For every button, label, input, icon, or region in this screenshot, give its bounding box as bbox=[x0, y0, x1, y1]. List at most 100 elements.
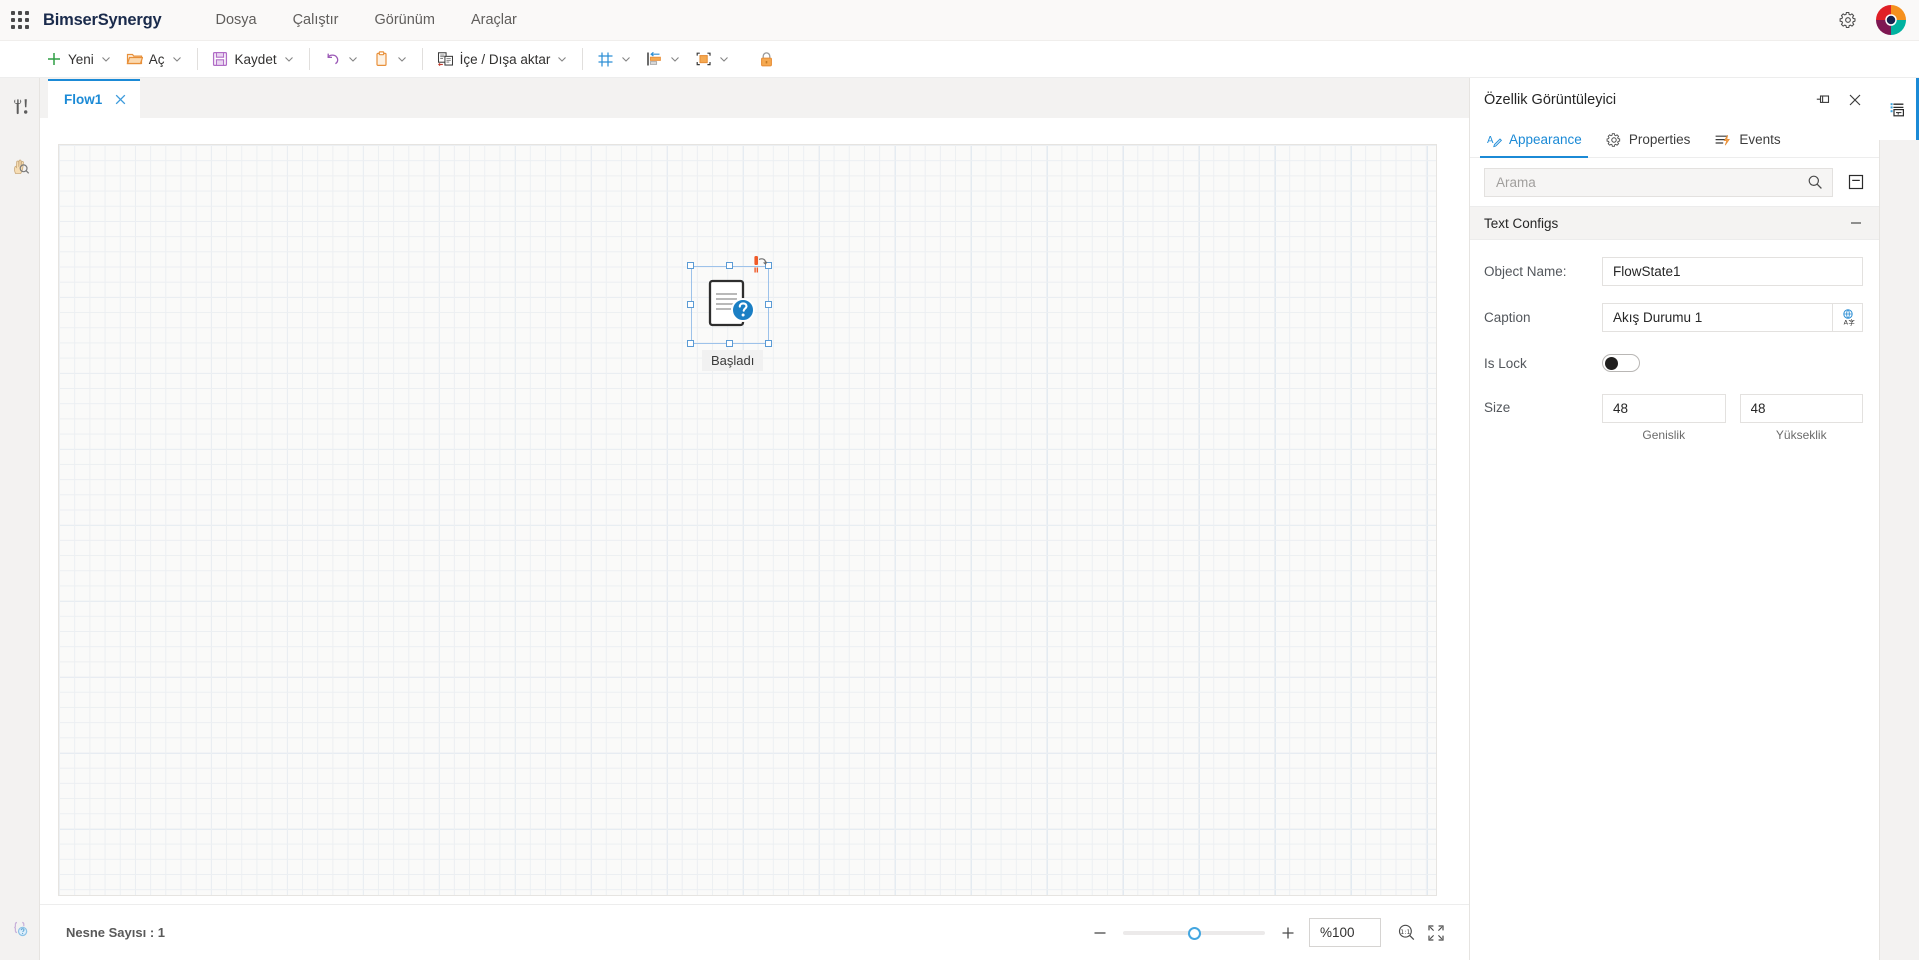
menu-item-calistir[interactable]: Çalıştır bbox=[275, 0, 357, 41]
menu-item-gorunum[interactable]: Görünüm bbox=[357, 0, 453, 41]
save-button-label: Kaydet bbox=[235, 52, 277, 67]
app-brand-title: BimserSynergy bbox=[43, 11, 161, 30]
menu-item-dosya[interactable]: Dosya bbox=[197, 0, 274, 41]
plus-icon bbox=[45, 51, 62, 68]
status-bar: Nesne Sayısı : 1 %100 1:1 bbox=[40, 904, 1469, 960]
import-export-label: İçe / Dışa aktar bbox=[460, 52, 551, 67]
zoom-out-button[interactable] bbox=[1085, 918, 1115, 948]
toolbar-group-file: Yeni Aç bbox=[38, 41, 190, 78]
size-width-input[interactable] bbox=[1602, 394, 1726, 423]
size-height-caption: Yükseklik bbox=[1740, 428, 1864, 442]
chevron-down-icon[interactable] bbox=[620, 53, 632, 65]
chevron-down-icon[interactable] bbox=[556, 53, 568, 65]
pin-icon[interactable] bbox=[1815, 92, 1831, 108]
resize-handle-e[interactable] bbox=[765, 301, 772, 308]
open-button-label: Aç bbox=[149, 52, 165, 67]
zoom-1to1-icon[interactable]: 1:1 bbox=[1391, 918, 1421, 948]
resize-handle-se[interactable] bbox=[765, 340, 772, 347]
close-icon[interactable] bbox=[1847, 92, 1863, 108]
search-box[interactable] bbox=[1484, 168, 1833, 197]
tab-events[interactable]: Events bbox=[1704, 122, 1790, 158]
chevron-down-icon[interactable] bbox=[396, 53, 408, 65]
resize-handle-n[interactable] bbox=[726, 262, 733, 269]
import-export-button[interactable]: İçe / Dışa aktar bbox=[430, 45, 576, 74]
toolbar-separator bbox=[422, 48, 423, 70]
gear-icon bbox=[1606, 132, 1622, 148]
align-icon bbox=[646, 51, 663, 68]
collapse-all-icon[interactable] bbox=[1843, 169, 1869, 195]
chevron-down-icon[interactable] bbox=[669, 53, 681, 65]
grid-icon bbox=[597, 51, 614, 68]
panel-search-row bbox=[1470, 158, 1879, 206]
tools-icon[interactable] bbox=[0, 86, 40, 128]
is-lock-toggle[interactable] bbox=[1602, 354, 1640, 372]
object-name-input[interactable] bbox=[1602, 257, 1863, 286]
paste-button[interactable] bbox=[366, 45, 415, 74]
panel-tab-bar: A Appearance Properties Events bbox=[1470, 122, 1879, 158]
resize-handle-s[interactable] bbox=[726, 340, 733, 347]
clipboard-paste-icon bbox=[373, 51, 390, 68]
toolbar-separator bbox=[309, 48, 310, 70]
lock-button[interactable] bbox=[751, 45, 782, 74]
size-height-input[interactable] bbox=[1740, 394, 1864, 423]
tab-properties[interactable]: Properties bbox=[1596, 122, 1701, 158]
svg-text:1:1: 1:1 bbox=[1400, 928, 1410, 936]
new-button[interactable]: Yeni bbox=[38, 45, 119, 74]
save-disk-icon bbox=[212, 51, 229, 68]
chevron-down-icon[interactable] bbox=[347, 53, 359, 65]
waffle-grid-icon[interactable] bbox=[9, 9, 31, 31]
zoom-value-field[interactable]: %100 bbox=[1309, 918, 1381, 947]
caption-input[interactable] bbox=[1602, 303, 1833, 332]
panel-header-actions bbox=[1815, 92, 1863, 108]
close-icon[interactable] bbox=[114, 93, 127, 106]
zoom-slider-thumb[interactable] bbox=[1188, 927, 1201, 940]
text-edit-icon: A bbox=[1486, 132, 1502, 148]
field-object-name: Object Name: bbox=[1470, 256, 1879, 286]
import-export-icon bbox=[437, 51, 454, 68]
toolbar-group-layout bbox=[590, 41, 782, 78]
panel-title: Özellik Görüntüleyici bbox=[1484, 92, 1616, 108]
minus-icon[interactable] bbox=[1849, 216, 1863, 230]
resize-handle-sw[interactable] bbox=[687, 340, 694, 347]
canvas-area: Başladı bbox=[40, 118, 1469, 904]
field-is-lock: Is Lock bbox=[1470, 348, 1879, 378]
chevron-down-icon[interactable] bbox=[718, 53, 730, 65]
hand-magnifier-icon[interactable] bbox=[0, 146, 40, 188]
svg-text:字: 字 bbox=[1848, 317, 1854, 326]
align-button[interactable] bbox=[639, 45, 688, 74]
search-icon[interactable] bbox=[1798, 169, 1832, 196]
left-tool-rail bbox=[0, 78, 40, 960]
script-braces-icon[interactable] bbox=[0, 908, 40, 950]
zoom-in-button[interactable] bbox=[1273, 918, 1303, 948]
search-input[interactable] bbox=[1485, 174, 1798, 191]
chevron-down-icon[interactable] bbox=[283, 53, 295, 65]
menu-item-araclar[interactable]: Araçlar bbox=[453, 0, 535, 41]
section-text-configs-header[interactable]: Text Configs bbox=[1470, 206, 1879, 240]
document-question-icon bbox=[705, 278, 757, 334]
undo-button[interactable] bbox=[317, 45, 366, 74]
size-label: Size bbox=[1484, 394, 1602, 415]
flow-canvas[interactable]: Başladı bbox=[58, 144, 1437, 896]
resize-handle-w[interactable] bbox=[687, 301, 694, 308]
svg-text:A: A bbox=[1487, 135, 1494, 146]
fit-to-screen-icon[interactable] bbox=[1421, 918, 1451, 948]
grid-button[interactable] bbox=[590, 45, 639, 74]
gear-icon[interactable] bbox=[1835, 7, 1861, 33]
flow-node-basladi[interactable]: Başladı bbox=[691, 266, 771, 376]
bring-to-front-button[interactable] bbox=[688, 45, 737, 74]
property-viewer-panel: Özellik Görüntüleyici A Appearance bbox=[1469, 78, 1879, 960]
tab-flow1[interactable]: Flow1 bbox=[48, 79, 140, 118]
property-list-icon[interactable] bbox=[1879, 78, 1919, 140]
start-anchor-icon[interactable] bbox=[751, 254, 781, 288]
field-size: Size Genislik Yükseklik bbox=[1470, 394, 1879, 442]
chevron-down-icon[interactable] bbox=[100, 53, 112, 65]
zoom-slider[interactable] bbox=[1123, 923, 1265, 943]
save-button[interactable]: Kaydet bbox=[205, 45, 302, 74]
translate-icon[interactable]: A 字 bbox=[1833, 303, 1863, 332]
is-lock-toggle-knob bbox=[1605, 357, 1618, 370]
resize-handle-nw[interactable] bbox=[687, 262, 694, 269]
chevron-down-icon[interactable] bbox=[171, 53, 183, 65]
open-button[interactable]: Aç bbox=[119, 45, 190, 74]
tab-appearance[interactable]: A Appearance bbox=[1476, 122, 1592, 158]
bimser-donut-logo[interactable] bbox=[1875, 4, 1907, 36]
